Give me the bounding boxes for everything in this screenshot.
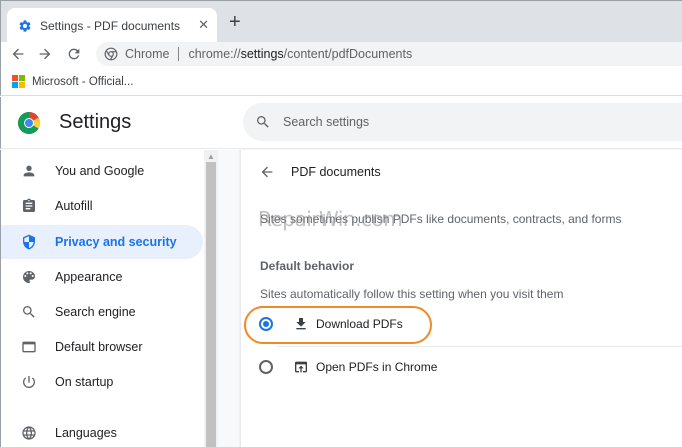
globe-icon: [21, 425, 37, 441]
sidebar-scrollbar[interactable]: ▲: [204, 150, 218, 447]
sidebar-item-label: Appearance: [55, 270, 123, 284]
bookmark-microsoft[interactable]: Microsoft - Official...: [12, 75, 133, 88]
section-heading: PDF documents: [291, 165, 381, 179]
shield-icon: [21, 234, 37, 250]
clipboard-icon: [21, 198, 37, 214]
chrome-logo-icon: [17, 111, 41, 140]
tab-strip: Settings - PDF documents ✕ +: [0, 0, 682, 43]
sidebar-item-label: Default browser: [55, 340, 143, 354]
sidebar-item-default-browser[interactable]: Default browser: [1, 330, 203, 364]
power-icon: [21, 374, 37, 390]
settings-header: Settings Search settings: [0, 97, 682, 149]
gear-icon: [18, 19, 32, 33]
sidebar: You and Google Autofill Privacy and secu…: [0, 150, 204, 447]
sidebar-item-label: On startup: [55, 375, 114, 389]
scroll-up-arrow-icon[interactable]: ▲: [207, 152, 215, 161]
search-placeholder: Search settings: [283, 115, 370, 129]
radio-open-pdfs[interactable]: [259, 360, 273, 374]
url-prefix: chrome://: [188, 47, 241, 61]
microsoft-logo-icon: [12, 75, 25, 88]
sidebar-item-label: Autofill: [55, 199, 93, 213]
bookmark-label: Microsoft - Official...: [32, 75, 134, 88]
open-in-new-icon: [293, 359, 309, 375]
scroll-thumb[interactable]: [206, 162, 216, 447]
sidebar-item-autofill[interactable]: Autofill: [1, 189, 203, 223]
close-icon[interactable]: ✕: [198, 18, 209, 32]
option-label: Open PDFs in Chrome: [316, 360, 438, 374]
url-text: chrome://settings/content/pdfDocuments: [188, 47, 412, 61]
option-open-pdfs-in-chrome[interactable]: Open PDFs in Chrome: [259, 347, 682, 387]
settings-card: PDF documents Sites sometimes publish PD…: [240, 150, 682, 447]
sidebar-item-search-engine[interactable]: Search engine: [1, 295, 203, 329]
chrome-icon: [104, 47, 118, 61]
palette-icon: [21, 269, 37, 285]
search-icon: [257, 116, 269, 128]
omnibox-separator: [178, 47, 180, 61]
arrow-left-icon: [12, 48, 24, 60]
tab-settings[interactable]: Settings - PDF documents ✕: [7, 8, 217, 43]
highlight-annotation: [244, 306, 432, 344]
browser-window-icon: [21, 339, 37, 355]
url-path: /content/pdfDocuments: [283, 47, 413, 61]
back-button[interactable]: [7, 43, 29, 65]
search-icon: [21, 304, 37, 320]
sidebar-item-privacy-and-security[interactable]: Privacy and security: [1, 225, 203, 259]
tab-title: Settings - PDF documents: [40, 18, 181, 33]
address-bar[interactable]: Chrome chrome://settings/content/pdfDocu…: [96, 42, 682, 66]
default-behavior-subtitle: Sites automatically follow this setting …: [260, 287, 564, 301]
sidebar-item-label: Privacy and security: [55, 235, 177, 249]
back-arrow-icon[interactable]: [259, 164, 275, 185]
reload-icon: [68, 48, 80, 60]
person-icon: [21, 163, 37, 179]
sidebar-item-on-startup[interactable]: On startup: [1, 365, 203, 399]
bookmarks-bar: Microsoft - Official...: [0, 68, 682, 96]
page-title: Settings: [59, 111, 132, 133]
toolbar: Chrome chrome://settings/content/pdfDocu…: [0, 42, 682, 68]
sidebar-item-label: Languages: [55, 426, 117, 440]
sidebar-item-label: You and Google: [55, 164, 145, 178]
omnibox-chip: Chrome: [125, 47, 170, 61]
sidebar-item-you-and-google[interactable]: You and Google: [1, 154, 203, 188]
forward-button[interactable]: [34, 43, 56, 65]
sidebar-item-label: Search engine: [55, 305, 136, 319]
new-tab-button[interactable]: +: [229, 11, 241, 33]
watermark: RepairWin.com: [258, 207, 403, 231]
sidebar-item-appearance[interactable]: Appearance: [1, 260, 203, 294]
search-input[interactable]: Search settings: [243, 103, 682, 141]
reload-button[interactable]: [63, 43, 85, 65]
sidebar-item-languages[interactable]: Languages: [1, 416, 203, 447]
url-host: settings: [240, 47, 284, 61]
arrow-right-icon: [39, 48, 51, 60]
default-behavior-title: Default behavior: [260, 259, 355, 273]
